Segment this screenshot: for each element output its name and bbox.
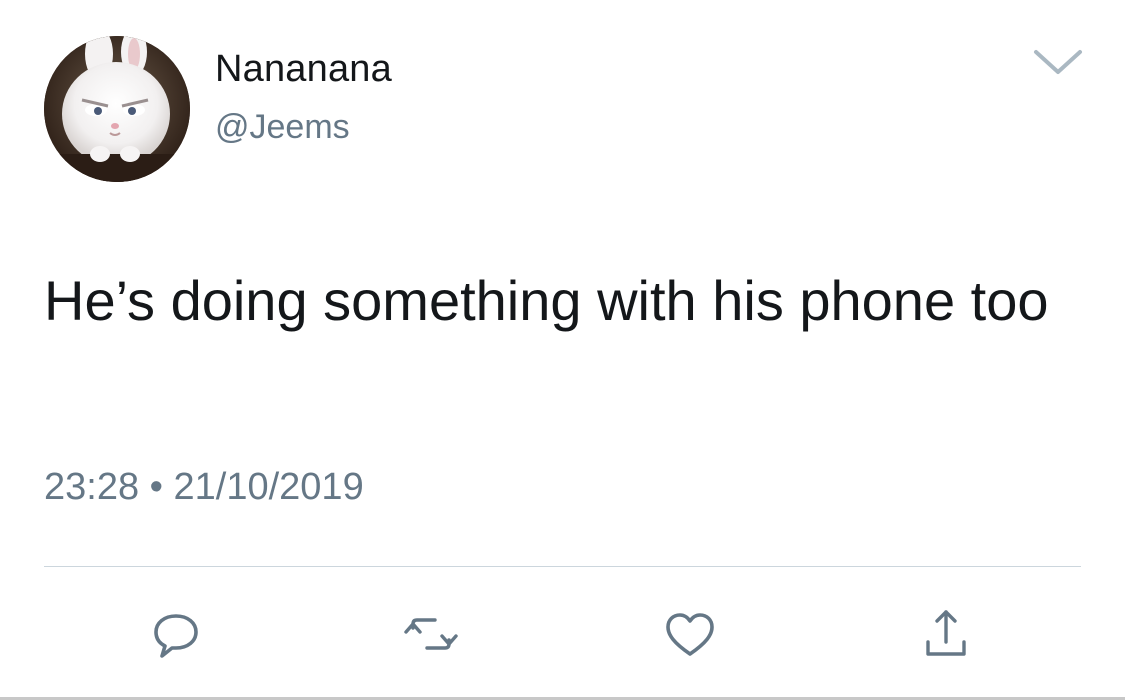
heart-icon <box>666 613 714 656</box>
retweet-button[interactable] <box>401 604 461 664</box>
bunny-avatar-icon <box>44 36 190 182</box>
retweet-arrows-icon <box>404 618 458 650</box>
share-upload-icon <box>926 610 966 656</box>
divider <box>44 566 1081 567</box>
tweet-date: 21/10/2019 <box>173 466 364 508</box>
timestamp-separator: • <box>139 466 174 508</box>
tweet-card: Nananana @Jeems He’s doing something wit… <box>0 0 1125 700</box>
speech-bubble-icon <box>154 614 198 658</box>
tweet-time: 23:28 <box>44 466 140 508</box>
reply-button[interactable] <box>146 604 206 664</box>
tweet-timestamp: 23:28 • 21/10/2019 <box>44 466 364 509</box>
chevron-down-icon[interactable] <box>1032 48 1084 78</box>
share-button[interactable] <box>916 604 976 664</box>
like-button[interactable] <box>660 604 720 664</box>
tweet-text: He’s doing something with his phone too <box>44 269 1049 332</box>
author-display-name[interactable]: Nananana <box>215 48 392 91</box>
author-avatar[interactable] <box>44 36 190 182</box>
author-handle[interactable]: @Jeems <box>215 108 350 147</box>
